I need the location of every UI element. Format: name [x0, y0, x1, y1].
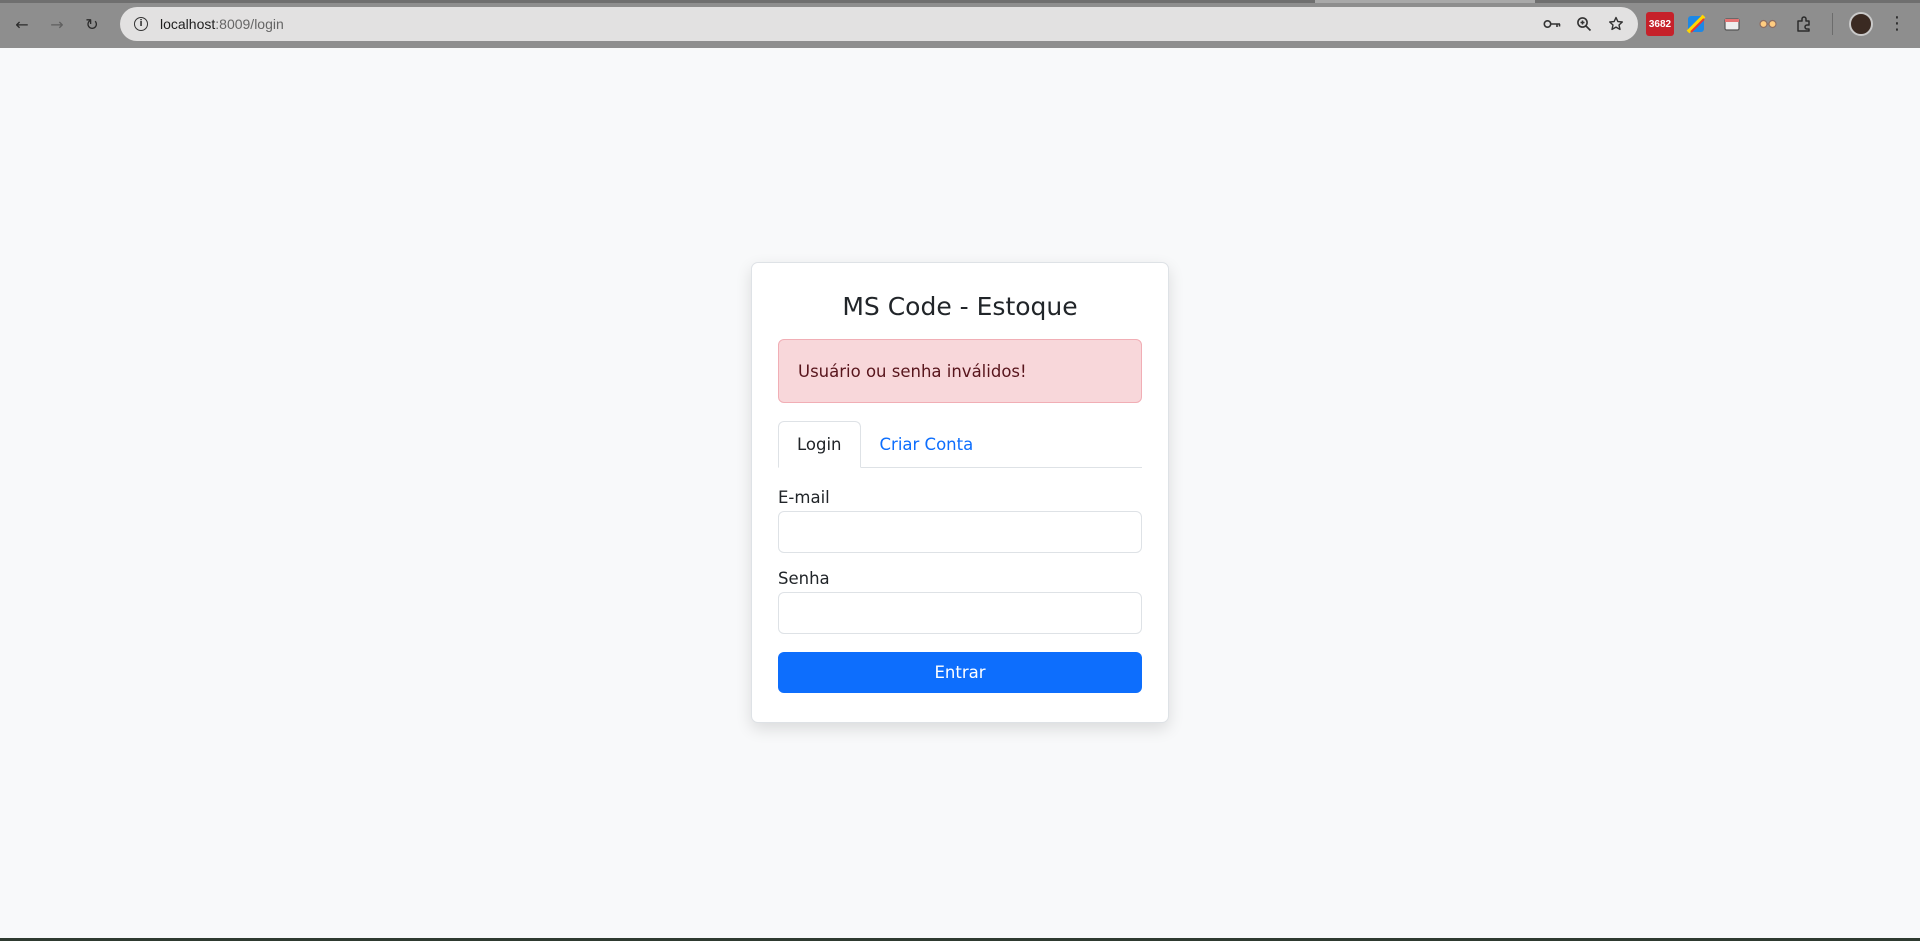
extension-counter[interactable]: 3682 [1646, 10, 1674, 38]
login-card: MS Code - Estoque Usuário ou senha invál… [751, 262, 1169, 723]
password-label: Senha [778, 569, 830, 588]
tab-strip-highlight [1315, 0, 1535, 3]
address-bar-actions [1540, 7, 1628, 41]
profile-button[interactable] [1847, 10, 1875, 38]
info-icon: i [134, 17, 148, 31]
browser-toolbar: ← → ↻ i localhost:8009/login 3682 ⋮ [0, 0, 1920, 48]
bookmark-star-icon[interactable] [1604, 12, 1628, 36]
url-path: :8009/login [215, 16, 284, 32]
window-extension-icon[interactable] [1718, 10, 1746, 38]
tab-login[interactable]: Login [778, 421, 861, 468]
back-button[interactable]: ← [8, 10, 36, 38]
arrow-right-icon: → [50, 14, 64, 34]
password-field[interactable] [778, 592, 1142, 634]
reload-icon: ↻ [85, 14, 99, 34]
tab-strip-line [0, 0, 1920, 3]
forward-button[interactable]: → [43, 10, 71, 38]
password-key-icon[interactable] [1540, 12, 1564, 36]
url-text[interactable]: localhost:8009/login [160, 16, 284, 32]
error-alert-text: Usuário ou senha inválidos! [798, 361, 1027, 381]
zoom-icon[interactable] [1572, 12, 1596, 36]
avatar [1849, 12, 1873, 36]
browser-menu-button[interactable]: ⋮ [1883, 10, 1911, 38]
error-alert: Usuário ou senha inválidos! [778, 339, 1142, 403]
tab-create-account-label: Criar Conta [879, 435, 974, 454]
toolbar-separator [1832, 13, 1833, 35]
email-label: E-mail [778, 488, 830, 507]
site-info-button[interactable]: i [124, 7, 158, 41]
address-bar[interactable]: i localhost:8009/login [120, 7, 1638, 41]
extensions-area: 3682 ⋮ [1646, 9, 1911, 39]
auth-tabs: Login Criar Conta [778, 421, 1142, 468]
puzzle-extensions-icon[interactable] [1790, 10, 1818, 38]
reload-button[interactable]: ↻ [78, 10, 106, 38]
submit-button[interactable]: Entrar [778, 652, 1142, 693]
email-field[interactable] [778, 511, 1142, 553]
more-vert-icon: ⋮ [1888, 13, 1906, 34]
tab-create-account[interactable]: Criar Conta [861, 421, 993, 468]
glasses-extension-icon[interactable] [1754, 10, 1782, 38]
tab-login-label: Login [797, 435, 842, 454]
url-host: localhost [160, 16, 216, 32]
color-picker-extension-icon[interactable] [1682, 10, 1710, 38]
arrow-left-icon: ← [15, 14, 29, 34]
page-title: MS Code - Estoque [842, 292, 1078, 321]
extension-badge: 3682 [1646, 12, 1674, 36]
